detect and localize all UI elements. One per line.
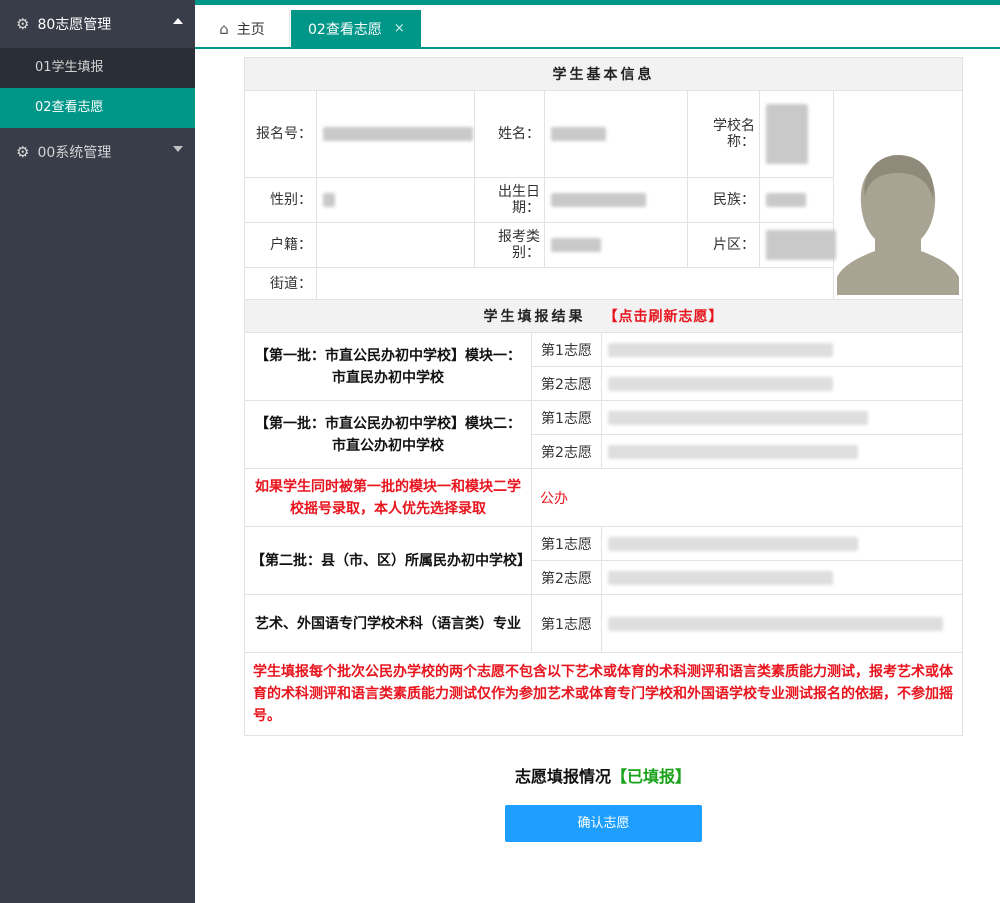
results-title-text: 学生填报结果 — [483, 309, 586, 325]
street-label: 街道： — [244, 267, 317, 300]
wish-label: 第1志愿 — [531, 526, 602, 561]
tab-view-label: 02查看志愿 — [308, 21, 382, 38]
ethnicity-value — [759, 177, 834, 223]
reg-no-label: 报名号： — [244, 90, 317, 178]
wish-value — [600, 400, 964, 435]
results-table: 学生填报结果 【点击刷新志愿】 【第一批：市直公民办初中学校】模块一：市直民办初中… — [243, 299, 964, 736]
results-title: 学生填报结果 【点击刷新志愿】 — [243, 299, 964, 333]
wish-label: 第1志愿 — [531, 594, 602, 653]
wish-value — [600, 434, 964, 469]
wish-label: 第1志愿 — [531, 332, 602, 367]
priority-value: 公办 — [530, 468, 964, 527]
menu-system-management[interactable]: ⚙ 00系统管理 — [0, 128, 195, 176]
results-note: 学生填报每个批次公民办学校的两个志愿不包含以下艺术或体育的术科测评和语言类素质能… — [243, 652, 964, 736]
sidebar-item-student-fill[interactable]: 01学生填报 — [0, 48, 195, 88]
batch1-module1-label: 【第一批：市直公民办初中学校】模块一：市直民办初中学校 — [244, 332, 532, 401]
birth-value — [544, 177, 688, 223]
reg-no-value — [316, 90, 475, 178]
wish-label: 第2志愿 — [531, 560, 602, 595]
tab-home[interactable]: ⌂ 主页 — [195, 10, 290, 47]
wish-label: 第1志愿 — [531, 400, 602, 435]
district-value — [759, 222, 836, 268]
street-value — [316, 267, 834, 300]
fill-status-label: 志愿填报情况 — [514, 767, 611, 786]
gender-label: 性别： — [244, 177, 317, 223]
menu-label: 80志愿管理 — [37, 17, 112, 33]
tab-bar: ⌂ 主页 02查看志愿 × — [195, 5, 1000, 49]
priority-note: 如果学生同时被第一批的模块一和模块二学校摇号录取，本人优先选择录取 — [244, 468, 532, 527]
ethnicity-label: 民族： — [687, 177, 760, 223]
chevron-down-icon — [173, 146, 183, 152]
gear-icon: ⚙ — [16, 143, 30, 161]
refresh-volunteer-link[interactable]: 【点击刷新志愿】 — [604, 309, 724, 325]
category-value — [544, 222, 688, 268]
sidebar-item-view-volunteer[interactable]: 02查看志愿 — [0, 88, 195, 128]
wish-value — [600, 526, 964, 561]
wish-value — [600, 560, 964, 595]
name-label: 姓名： — [474, 90, 545, 178]
avatar — [837, 155, 960, 295]
household-label: 户籍： — [244, 222, 317, 268]
fill-status: 志愿填报情况【已填报】 — [244, 763, 962, 787]
batch1-module2-label: 【第一批：市直公民办初中学校】模块二：市直公办初中学校 — [244, 400, 532, 469]
fill-status-value: 【已填报】 — [611, 767, 692, 786]
birth-label: 出生日期： — [474, 177, 545, 223]
category-label: 报考类别： — [474, 222, 545, 268]
wish-value — [600, 366, 964, 401]
school-label: 学校名称： — [687, 90, 760, 178]
batch2-label: 【第二批：县（市、区）所属民办初中学校】 — [244, 526, 532, 595]
basic-info-table: 学生基本信息 报名号： 姓名： 学校名称： 性别： 出生日期： 民族： 户籍： … — [243, 57, 964, 300]
basic-info-title: 学生基本信息 — [243, 57, 964, 91]
gender-value — [316, 177, 475, 223]
gear-icon: ⚙ — [16, 15, 30, 33]
wish-value — [600, 332, 964, 367]
name-value — [544, 90, 688, 178]
district-label: 片区： — [687, 222, 760, 268]
menu-volunteer-management[interactable]: ⚙ 80志愿管理 — [0, 0, 195, 48]
confirm-volunteer-button[interactable]: 确认志愿 — [505, 805, 702, 842]
main-content: 学生基本信息 报名号： 姓名： 学校名称： 性别： 出生日期： 民族： 户籍： … — [243, 57, 964, 736]
wish-value — [600, 594, 964, 653]
tab-view-volunteer[interactable]: 02查看志愿 × — [291, 10, 421, 47]
close-icon[interactable]: × — [394, 21, 405, 36]
tab-home-label: 主页 — [236, 21, 265, 38]
menu-label: 00系统管理 — [37, 145, 112, 161]
chevron-up-icon — [173, 18, 183, 24]
wish-label: 第2志愿 — [531, 434, 602, 469]
student-photo — [832, 90, 964, 300]
household-value — [316, 222, 475, 268]
sidebar: ⚙ 80志愿管理 01学生填报 02查看志愿 ⚙ 00系统管理 — [0, 0, 195, 903]
art-language-label: 艺术、外国语专门学校术科（语言类）专业 — [244, 594, 532, 653]
home-icon: ⌂ — [219, 19, 229, 38]
school-value — [759, 90, 834, 178]
wish-label: 第2志愿 — [531, 366, 602, 401]
